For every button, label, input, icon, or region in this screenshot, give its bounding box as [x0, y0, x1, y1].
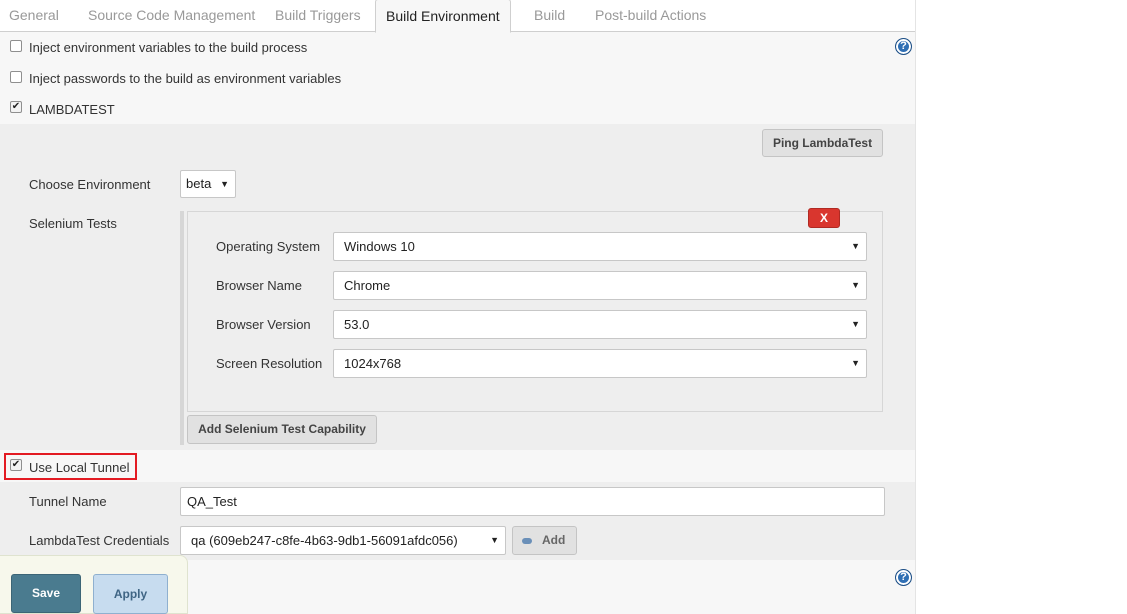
delete-capability-button[interactable]: X	[808, 208, 840, 228]
build-environment-panel: General Source Code Management Build Tri…	[0, 0, 916, 614]
inject-env-checkbox[interactable]	[10, 40, 22, 52]
operating-system-label: Operating System	[216, 239, 321, 254]
screen-resolution-value: 1024x768	[344, 356, 402, 371]
use-local-tunnel-label: Use Local Tunnel	[29, 460, 130, 475]
chevron-down-icon: ▼	[220, 179, 229, 189]
browser-version-value: 53.0	[344, 317, 370, 332]
help-icon[interactable]: ?	[895, 569, 912, 586]
screen-resolution-label: Screen Resolution	[216, 356, 323, 371]
inject-env-label: Inject environment variables to the buil…	[29, 40, 308, 55]
operating-system-select[interactable]: Windows 10 ▼	[333, 232, 867, 261]
browser-version-label: Browser Version	[216, 317, 311, 332]
add-credentials-button[interactable]: Add	[512, 526, 577, 555]
chevron-down-icon: ▼	[851, 280, 860, 290]
use-local-tunnel-checkbox[interactable]: ✔	[10, 459, 22, 471]
tab-build[interactable]: Build	[534, 0, 565, 32]
chevron-down-icon: ▼	[490, 535, 499, 545]
browser-name-select[interactable]: Chrome ▼	[333, 271, 867, 300]
add-credentials-label: Add	[542, 533, 566, 547]
browser-name-value: Chrome	[344, 278, 391, 293]
tab-build-triggers[interactable]: Build Triggers	[275, 0, 361, 32]
lambdatest-credentials-label: LambdaTest Credentials	[29, 533, 170, 548]
inject-passwords-label: Inject passwords to the build as environ…	[29, 71, 342, 86]
credentials-select-value: qa (609eb247-c8fe-4b63-9db1-56091afdc056…	[191, 533, 458, 548]
add-selenium-capability-button[interactable]: Add Selenium Test Capability	[187, 415, 377, 444]
operating-system-value: Windows 10	[344, 239, 415, 254]
ping-lambdatest-button[interactable]: Ping LambdaTest	[762, 129, 883, 157]
help-icon[interactable]: ?	[895, 38, 912, 55]
tunnel-name-input[interactable]: QA_Test	[180, 487, 885, 516]
save-button[interactable]: Save	[11, 574, 81, 613]
selenium-tests-label: Selenium Tests	[29, 216, 117, 231]
apply-button[interactable]: Apply	[93, 574, 168, 614]
chevron-down-icon: ▼	[851, 358, 860, 368]
environment-select[interactable]: beta ▼	[180, 170, 236, 198]
choose-environment-label: Choose Environment	[29, 177, 151, 192]
browser-version-select[interactable]: 53.0 ▼	[333, 310, 867, 339]
credentials-select[interactable]: qa (609eb247-c8fe-4b63-9db1-56091afdc056…	[180, 526, 506, 555]
screen-resolution-select[interactable]: 1024x768 ▼	[333, 349, 867, 378]
tunnel-name-label: Tunnel Name	[29, 494, 107, 509]
browser-name-label: Browser Name	[216, 278, 302, 293]
environment-select-value: beta	[186, 176, 212, 191]
selenium-tests-indent-bar	[180, 211, 184, 445]
config-tab-bar: General Source Code Management Build Tri…	[0, 0, 915, 33]
inject-passwords-checkbox[interactable]	[10, 71, 22, 83]
chevron-down-icon: ▼	[851, 241, 860, 251]
key-icon	[522, 538, 532, 544]
chevron-down-icon: ▼	[851, 319, 860, 329]
lambdatest-checkbox[interactable]: ✔	[10, 101, 22, 113]
tab-build-environment[interactable]: Build Environment	[375, 0, 511, 33]
tab-general[interactable]: General	[9, 0, 59, 32]
tab-post-build-actions[interactable]: Post-build Actions	[595, 0, 706, 32]
lambdatest-label: LAMBDATEST	[29, 102, 115, 117]
tab-source-code-management[interactable]: Source Code Management	[88, 0, 255, 32]
